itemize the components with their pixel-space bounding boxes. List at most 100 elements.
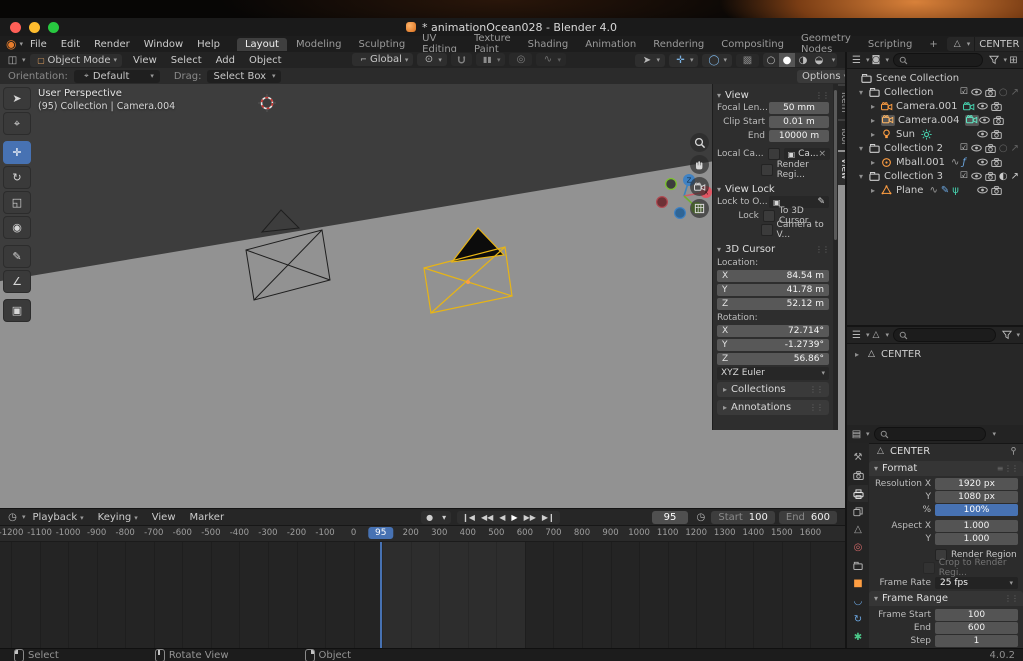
scene-name[interactable]: CENTER (974, 37, 1023, 51)
jump-to-end-button[interactable]: ▶❙ (539, 513, 558, 522)
outliner-row-sun[interactable]: ▸ Sun (847, 127, 1023, 141)
xray-toggle[interactable]: ▩ (736, 54, 759, 67)
render-visibility-icon[interactable] (985, 88, 996, 97)
outliner-row-scene-collection[interactable]: Scene Collection (847, 71, 1023, 85)
presets-icon[interactable]: ≡ ⋮⋮ (997, 464, 1018, 473)
aspect-x-field[interactable]: 1.000 (935, 520, 1018, 532)
resolution-y-field[interactable]: 1080 px (935, 491, 1018, 503)
tool-measure[interactable]: ∠ (3, 270, 31, 293)
hide-eye-icon[interactable] (971, 144, 982, 152)
collections-panel-header[interactable]: ▸Collections⋮⋮ (717, 382, 829, 397)
properties-options-dropdown[interactable]: ▾ (993, 430, 997, 438)
next-keyframe-button[interactable]: ▶▶ (521, 513, 539, 522)
gizmo-y-neg-axis[interactable] (666, 179, 677, 190)
add-workspace-button[interactable]: + (921, 38, 945, 51)
viewport-zoom-button[interactable] (690, 133, 709, 152)
tool-annotate[interactable]: ✎ (3, 245, 31, 268)
tab-particles[interactable]: ✱ (848, 629, 868, 646)
tab-constraints[interactable]: ◡ (848, 593, 868, 610)
workspace-tab-compositing[interactable]: Compositing (713, 38, 792, 51)
cursor-rot-y-field[interactable]: Y-1.2739° (717, 339, 829, 351)
indirect-only-icon[interactable]: ↗ (1011, 87, 1019, 98)
render-visibility-icon[interactable] (991, 130, 1002, 139)
cursor-panel-header[interactable]: ▾3D Cursor⋮⋮ (717, 242, 829, 256)
workspace-tab-layout[interactable]: Layout (237, 38, 287, 51)
tool-move[interactable]: ✛ (3, 141, 31, 164)
hide-eye-icon[interactable] (977, 186, 988, 194)
proportional-editing-toggle[interactable]: ◎ (509, 53, 532, 66)
tool-scale[interactable]: ◱ (3, 191, 31, 214)
shading-material-button[interactable]: ◑ (795, 53, 811, 67)
resolution-x-field[interactable]: 1920 px (935, 478, 1018, 490)
view-panel-header[interactable]: ▾View⋮⋮ (717, 88, 829, 102)
crop-to-render-region-checkbox[interactable] (923, 562, 935, 574)
tool-add-cube[interactable]: ▣ (3, 299, 31, 322)
tab-physics[interactable]: ↻ (848, 611, 868, 628)
cursor-loc-y-field[interactable]: Y41.78 m (717, 284, 829, 296)
exclude-checkbox[interactable]: ☑ (960, 171, 968, 181)
cursor-loc-x-field[interactable]: X84.54 m (717, 270, 829, 282)
hide-eye-icon[interactable] (977, 130, 988, 138)
viewport-camera-view-button[interactable] (690, 177, 709, 196)
frame-range-panel-header[interactable]: ▾ Frame Range ⋮⋮ (869, 591, 1023, 606)
tab-view-layer[interactable] (848, 503, 868, 520)
format-panel-header[interactable]: ▾ Format ≡ ⋮⋮ (869, 461, 1023, 476)
focal-length-field[interactable]: 50 mm (769, 102, 829, 114)
outliner2-display-mode-dropdown[interactable]: ☰ (850, 330, 863, 341)
viewport-menu-select[interactable]: Select (164, 55, 209, 66)
menu-render[interactable]: Render (87, 39, 137, 50)
timeline-track-area[interactable] (0, 542, 845, 650)
timeline-ruler[interactable]: -1200-1100-1000-900-800-700-600-500-400-… (0, 526, 845, 542)
holdout-icon[interactable]: ○ (999, 143, 1008, 154)
shading-rendered-button[interactable]: ◒ (811, 53, 827, 67)
pivot-point-dropdown[interactable]: ⊙▾ (417, 53, 447, 66)
menu-file[interactable]: File (23, 39, 54, 50)
camera-to-view-checkbox[interactable] (761, 224, 773, 236)
workspace-tab-modeling[interactable]: Modeling (288, 38, 350, 51)
overlays-toggle[interactable]: ◯▾ (702, 54, 732, 67)
drag-setting-dropdown[interactable]: Select Box ▾ (207, 70, 281, 83)
prev-keyframe-button[interactable]: ◀◀ (478, 513, 496, 522)
shading-solid-button[interactable]: ● (779, 53, 795, 67)
transform-orientation-dropdown[interactable]: ⌐ Global ▾ (352, 53, 413, 66)
render-visibility-icon[interactable] (985, 144, 996, 153)
timeline-menu-playback[interactable]: Playback▾ (26, 512, 91, 523)
indirect-only-icon[interactable]: ↗ (1011, 143, 1019, 154)
tab-collection[interactable] (848, 557, 868, 574)
frame-start-button[interactable]: Start100 (711, 511, 775, 524)
clip-end-field[interactable]: 10000 m (769, 130, 829, 142)
hide-eye-icon[interactable] (979, 116, 990, 124)
gizmo-z-neg-axis[interactable] (675, 208, 686, 219)
menu-edit[interactable]: Edit (54, 39, 87, 50)
frame-step-field[interactable]: 1 (935, 635, 1018, 647)
cursor-rot-z-field[interactable]: Z56.86° (717, 353, 829, 365)
viewport-menu-object[interactable]: Object (242, 55, 289, 66)
timeline-menu-marker[interactable]: Marker (183, 512, 232, 523)
outliner-display-mode-dropdown[interactable]: ☰ (850, 55, 863, 66)
hide-eye-icon[interactable] (977, 158, 988, 166)
tab-object[interactable]: ■ (848, 575, 868, 592)
tab-scene[interactable]: △ (848, 521, 868, 538)
render-visibility-icon[interactable] (991, 102, 1002, 111)
tab-tool[interactable]: ⚒ (848, 449, 868, 466)
menu-help[interactable]: Help (190, 39, 227, 50)
outliner-row-collection-3[interactable]: ▾ Collection 3 ☑ ◐ ↗ (847, 169, 1023, 183)
properties-editor-type-icon[interactable]: ▤ (850, 429, 863, 440)
hide-eye-icon[interactable] (971, 88, 982, 96)
auto-keying-button[interactable]: ●▾ (421, 511, 451, 524)
play-reverse-button[interactable]: ◀ (496, 513, 508, 522)
navigation-gizmo[interactable]: Z X Y (655, 169, 715, 227)
lock-to-cursor-checkbox[interactable] (763, 210, 775, 222)
shading-wireframe-button[interactable]: ○ (763, 53, 779, 67)
editor-type-icon[interactable]: ◫ (6, 55, 19, 66)
indirect-only-icon[interactable]: ↗ (1011, 171, 1019, 182)
outliner-filter-collection-icon[interactable]: ◙ (870, 55, 883, 65)
render-visibility-icon[interactable] (991, 186, 1002, 195)
frame-end-field[interactable]: 600 (935, 622, 1018, 634)
options-button[interactable]: Options ▾ (797, 70, 852, 83)
playhead[interactable] (380, 542, 382, 650)
gizmos-toggle[interactable]: ✛▾ (669, 54, 699, 67)
viewport-ortho-toggle-button[interactable] (690, 199, 709, 218)
outliner-row-plane[interactable]: ▸ Plane ∿ ✎ ψ (847, 183, 1023, 197)
outliner2-search-input[interactable] (893, 328, 996, 342)
